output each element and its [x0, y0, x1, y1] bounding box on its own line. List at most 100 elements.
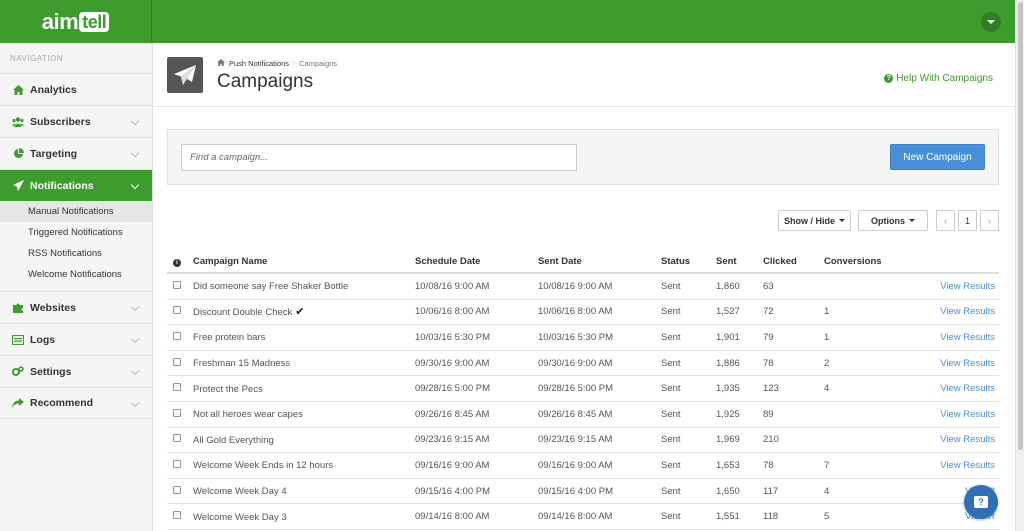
scrollbar-thumb[interactable]	[1018, 2, 1023, 450]
help-with-campaigns-link[interactable]: ? Help With Campaigns	[884, 73, 993, 84]
pager-prev-button[interactable]: ‹	[936, 210, 955, 231]
page-scrollbar[interactable]	[1015, 0, 1024, 531]
view-results-link[interactable]: View Results	[940, 358, 995, 369]
sidebar-item-label: Targeting	[30, 147, 78, 160]
notifications-submenu: Manual Notifications Triggered Notificat…	[0, 201, 152, 291]
sidebar-item-notifications[interactable]: Notifications	[0, 169, 152, 201]
campaign-name-cell[interactable]: Not all heroes wear capes	[193, 408, 306, 420]
info-icon[interactable]: i	[173, 256, 181, 267]
help-link-label: Help With Campaigns	[896, 73, 993, 84]
sidebar-item-websites[interactable]: Websites	[0, 291, 152, 323]
column-header-clicked[interactable]: Clicked	[763, 256, 797, 267]
sidebar-item-label: Logs	[30, 333, 56, 346]
campaign-name-cell[interactable]: Welcome Week Ends in 12 hours	[193, 459, 336, 471]
sidebar-item-targeting[interactable]: Targeting	[0, 137, 152, 169]
campaign-name-cell[interactable]: All Gold Everything	[193, 434, 277, 446]
sidebar-subitem-rss-notifications[interactable]: RSS Notifications	[0, 243, 152, 264]
list-icon	[12, 334, 24, 346]
sidebar-item-label: Notifications	[30, 179, 94, 192]
table-row: Welcome Week Ends in 12 hours 09/16/16 9:…	[167, 453, 999, 479]
view-results-link[interactable]: View Results	[940, 306, 995, 317]
page-header: Push Notifications / Campaigns Campaigns…	[153, 43, 1015, 107]
table-row: Welcome Week Day 3 09/14/16 8:00 AM 09/14/…	[167, 504, 999, 530]
clicked-cell: 118	[763, 511, 779, 523]
row-checkbox[interactable]	[173, 408, 181, 420]
column-header-sent[interactable]: Sent	[716, 256, 737, 267]
home-icon	[12, 84, 24, 96]
view-results-link[interactable]: View Results	[940, 281, 995, 292]
puzzle-icon	[12, 302, 24, 314]
campaign-name-cell[interactable]: Welcome Week Day 4	[193, 485, 290, 497]
chevron-right-icon: ›	[988, 215, 991, 226]
sidebar-item-recommend[interactable]: Recommend	[0, 387, 152, 419]
table-row: Welcome Week Day 4 09/15/16 4:00 PM 09/15/…	[167, 479, 999, 505]
campaign-name: Freshman 15 Madness	[193, 358, 291, 370]
support-chat-button[interactable]: ?	[964, 485, 998, 519]
campaign-name-cell[interactable]: Welcome Week Day 3	[193, 511, 290, 523]
table-toolbar: Show / Hide Options ‹ 1 ›	[167, 210, 999, 232]
show-hide-button[interactable]: Show / Hide	[778, 210, 851, 231]
column-header-conversions[interactable]: Conversions	[824, 256, 882, 267]
view-results-link[interactable]: View Results	[940, 332, 995, 343]
view-results-link[interactable]: View Results	[940, 409, 995, 420]
row-checkbox[interactable]	[173, 306, 181, 317]
sent-date-cell: 10/08/16 9:00 AM	[538, 280, 613, 292]
campaign-name: Welcome Week Day 4	[193, 486, 287, 498]
sidebar-subitem-manual-notifications[interactable]: Manual Notifications	[0, 201, 152, 222]
checkmark-icon: ✔	[295, 306, 305, 319]
breadcrumb-push-notifications[interactable]: Push Notifications	[229, 59, 289, 68]
row-checkbox[interactable]	[173, 280, 181, 292]
sidebar-subitem-welcome-notifications[interactable]: Welcome Notifications	[0, 264, 152, 285]
row-checkbox[interactable]	[173, 485, 181, 497]
column-header-sent-date[interactable]: Sent Date	[538, 256, 582, 267]
column-header-campaign-name[interactable]: Campaign Name	[193, 256, 267, 267]
sidebar-item-analytics[interactable]: Analytics	[0, 73, 152, 105]
user-menu-button[interactable]	[981, 12, 1001, 32]
row-checkbox[interactable]	[173, 434, 181, 445]
sidebar-item-settings[interactable]: Settings	[0, 355, 152, 387]
sidebar-item-subscribers[interactable]: Subscribers	[0, 105, 152, 137]
schedule-date-cell: 09/26/16 8:45 AM	[415, 408, 490, 420]
top-bar: aim tell	[0, 0, 1015, 43]
sent-date-cell: 09/28/16 5:00 PM	[538, 383, 613, 395]
pager-page-1[interactable]: 1	[958, 210, 977, 231]
pager-next-button[interactable]: ›	[980, 210, 999, 231]
logo-area[interactable]: aim tell	[0, 0, 152, 43]
table-row: Not all heroes wear capes 09/26/16 8:45 A…	[167, 402, 999, 428]
schedule-date-cell: 09/30/16 9:00 AM	[415, 357, 490, 369]
view-results-link[interactable]: View Results	[940, 434, 995, 445]
view-results-link[interactable]: View Results	[940, 383, 995, 394]
conversions-cell: 7	[824, 459, 830, 471]
campaign-name: Discount Double Check	[193, 307, 293, 319]
view-results-link[interactable]: View Results	[940, 460, 995, 471]
sidebar-subitem-triggered-notifications[interactable]: Triggered Notifications	[0, 222, 152, 243]
campaign-name-cell[interactable]: Discount Double Check ✔	[193, 305, 305, 318]
status-cell: Sent	[661, 408, 681, 420]
campaign-name-cell[interactable]: Free protein bars	[193, 331, 268, 343]
campaign-name-cell[interactable]: Did someone say Free Shaker Bottle	[193, 280, 351, 292]
column-header-schedule-date[interactable]: Schedule Date	[415, 256, 480, 267]
row-checkbox[interactable]	[173, 459, 181, 471]
question-circle-icon: ?	[884, 74, 894, 83]
nav-heading: NAVIGATION	[10, 54, 64, 63]
sent-date-cell: 09/16/16 9:00 AM	[538, 459, 613, 471]
row-checkbox[interactable]	[173, 511, 181, 522]
caret-down-icon	[987, 20, 995, 24]
sent-date-cell: 09/23/16 9:15 AM	[538, 434, 613, 446]
options-button[interactable]: Options	[858, 210, 928, 231]
breadcrumb: Push Notifications / Campaigns	[217, 59, 337, 68]
conversions-cell: 1	[824, 331, 830, 343]
new-campaign-button[interactable]: New Campaign	[890, 144, 985, 170]
column-header-status[interactable]: Status	[661, 256, 690, 267]
schedule-date-cell: 09/16/16 9:00 AM	[415, 459, 490, 471]
campaign-name-cell[interactable]: Protect the Pecs	[193, 383, 266, 395]
campaign-search-input[interactable]	[181, 144, 577, 171]
home-icon[interactable]	[217, 59, 225, 68]
table-body: Did someone say Free Shaker Bottle 10/08/…	[167, 274, 999, 530]
row-checkbox[interactable]	[173, 383, 181, 394]
campaign-name-cell[interactable]: Freshman 15 Madness	[193, 357, 293, 369]
row-checkbox[interactable]	[173, 331, 181, 343]
row-checkbox[interactable]	[173, 357, 181, 369]
sidebar-item-logs[interactable]: Logs	[0, 323, 152, 355]
schedule-date-cell: 09/14/16 8:00 AM	[415, 511, 490, 523]
